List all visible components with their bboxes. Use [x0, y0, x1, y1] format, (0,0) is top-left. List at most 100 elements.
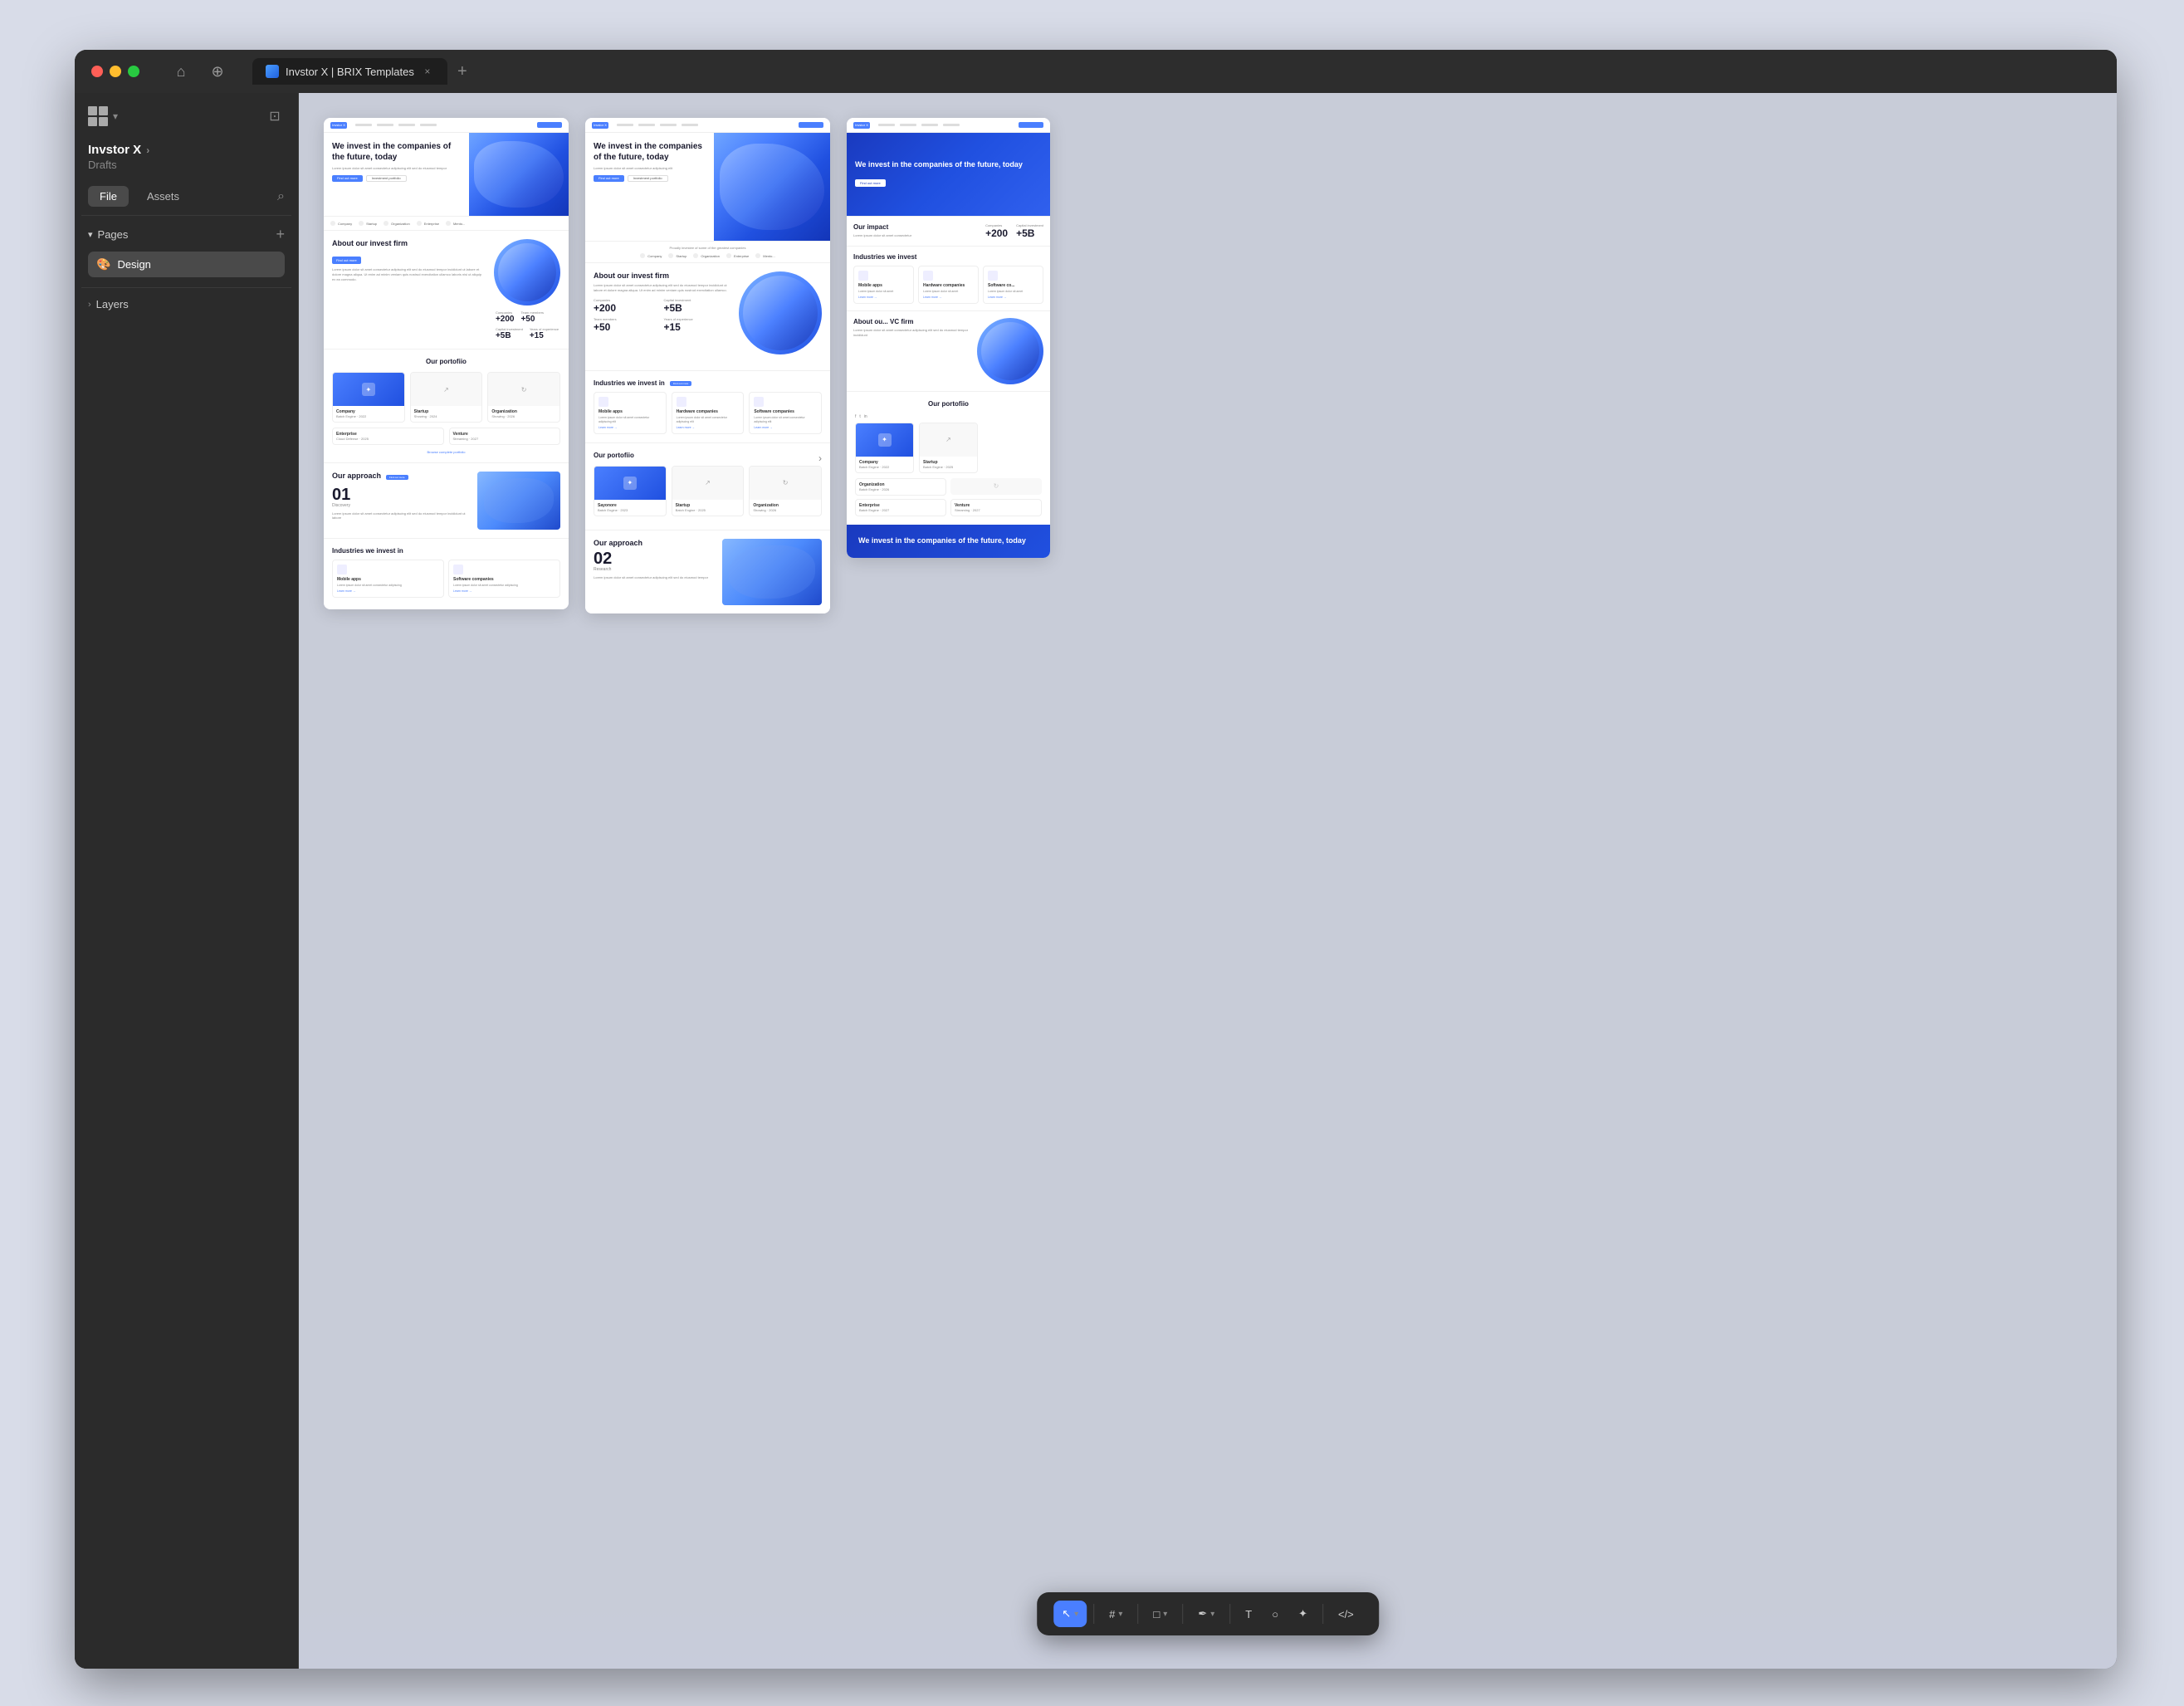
industry-link-1: Learn more → [337, 589, 439, 593]
page-2-industries-header: Industries we invest in Find out more [594, 379, 822, 387]
layers-chevron-icon: › [88, 300, 91, 310]
page-2-trust-label: Proudly investee of some of the greatest… [592, 246, 823, 250]
page-2-hero-text: We invest in the companies of the future… [585, 133, 714, 241]
portfolio-card-3-info: Organization Showing · 2026 [488, 406, 559, 422]
page-1-approach-image [477, 472, 560, 530]
portfolio-card-2-info: Startup Showing · 2024 [411, 406, 482, 422]
active-page-item[interactable]: 🎨 Design [88, 252, 285, 277]
page-2-industry-icon-2 [677, 397, 686, 407]
page-2-industry-name-2: Hardware companies [677, 409, 740, 414]
page-2-hero-title: We invest in the companies of the future… [594, 141, 706, 163]
page-1-approach-label: Discovery [332, 503, 469, 508]
page-3-impact: Our impact Lorem ipsum dolor sit amet co… [847, 216, 1050, 246]
comment-tool[interactable]: ○ [1263, 1601, 1287, 1627]
portfolio-card-1-img: ✦ [333, 373, 404, 406]
impact-stat-2: Capital investment +5B [1016, 223, 1043, 239]
page-1-hero-subtitle: Lorem ipsum dolor sit amet consectetur a… [332, 166, 461, 171]
project-name[interactable]: Invstor X › [88, 143, 285, 157]
page-2-portfolio-3: ↻ Organization Showing · 2026 [749, 466, 822, 516]
active-tab[interactable]: Invstor X | BRIX Templates × [252, 58, 447, 85]
trust-item-2: Startup [359, 221, 377, 226]
toolbar-divider-1 [1093, 1604, 1094, 1624]
bottom-toolbar: ↖ ▾ # ▾ □ ▾ ✒ ▾ [1037, 1592, 1379, 1635]
page-3-portfolio-3: Organization Batch Engine · 2026 [855, 478, 946, 496]
page-2-portfolio-3-info: Organization Showing · 2026 [750, 500, 821, 516]
page-2-industry-1: Mobile apps Lorem ipsum dolor sit amet c… [594, 392, 667, 434]
page-2-portfolio-2-date: Batch Engine · 2025 [676, 508, 740, 512]
page-3-industry-desc-3: Lorem ipsum dolor sit amet [988, 290, 1038, 294]
page-1-approach-content: Our approach Find out more 01 Discovery … [332, 472, 469, 530]
page-3-about-vc-title: About ou... VC firm [853, 318, 970, 325]
page-1-hero-text: We invest in the companies of the future… [324, 133, 469, 216]
toolbar-divider-4 [1229, 1604, 1230, 1624]
frame-tool[interactable]: # ▾ [1101, 1601, 1131, 1627]
portfolio-card-4: Enterprise Cloud Defense · 2025 [332, 428, 444, 445]
page-1-approach-num: 01 [332, 486, 469, 503]
text-tool[interactable]: T [1237, 1601, 1260, 1627]
page-1-approach-tag: Find out more [386, 475, 408, 480]
page-3-industry-name-2: Hardware companies [923, 283, 974, 288]
minimize-button[interactable] [110, 66, 121, 77]
tab-close-button[interactable]: × [421, 65, 434, 78]
page-preview-2[interactable]: Invstor X We invest in the companies of … [585, 118, 830, 613]
file-button[interactable]: File [88, 186, 129, 207]
page-2-portfolio-arrow: › [818, 452, 822, 464]
pen-tool[interactable]: ✒ ▾ [1190, 1601, 1223, 1627]
page-1-nav-cta [537, 122, 562, 128]
page-2-industry-link-3: Learn more → [754, 426, 817, 429]
select-tool[interactable]: ↖ ▾ [1053, 1601, 1087, 1627]
comment-tool-icon: ○ [1272, 1608, 1278, 1620]
page-2-approach-num: 02 [594, 550, 714, 567]
portfolio-card-1: ✦ Company Batch Engine · 2022 [332, 372, 405, 423]
layers-header[interactable]: › Layers [88, 298, 285, 310]
page-1-nav: Invstor X [324, 118, 569, 133]
pen-tool-chevron: ▾ [1210, 1610, 1214, 1619]
page-preview-3[interactable]: Invstor X We invest in the companies of … [847, 118, 1050, 558]
trust-item-3: Organization [384, 221, 410, 226]
page-3-portfolio-2-date: Batch Engine · 2025 [923, 465, 974, 469]
page-preview-1[interactable]: Invstor X We inve [324, 118, 569, 609]
nav-icons: ⌂ ⊕ [169, 60, 229, 83]
search-button[interactable]: ⌕ [277, 189, 285, 204]
page-3-portfolio-row2: Organization Batch Engine · 2026 ↻ [855, 478, 1042, 496]
page-2-nav-links [617, 124, 698, 126]
rect-tool[interactable]: □ ▾ [1145, 1601, 1175, 1627]
code-tool-icon: </> [1338, 1608, 1354, 1620]
home-icon[interactable]: ⌂ [169, 60, 193, 83]
rect-tool-chevron: ▾ [1163, 1610, 1167, 1619]
canvas-area[interactable]: Invstor X We inve [299, 93, 2117, 1669]
page-3-hero: We invest in the companies of the future… [847, 133, 1050, 216]
logo-area[interactable]: ▾ [88, 106, 118, 126]
page-2-sphere-inner [743, 276, 818, 350]
page-3-impact-title: Our impact [853, 223, 979, 231]
impact-stat-1: Companies +200 [985, 223, 1008, 239]
pages-title[interactable]: ▾ Pages [88, 228, 128, 241]
page-2-approach-content: Our approach 02 Research Lorem ipsum dol… [594, 539, 714, 605]
ai-tool[interactable]: ✦ [1290, 1601, 1316, 1627]
page-3-industry-desc-2: Lorem ipsum dolor sit amet [923, 290, 974, 294]
industry-card-1: Mobile apps Lorem ipsum dolor sit amet c… [332, 560, 444, 598]
app-content: ▾ ⊡ Invstor X › Drafts File Assets ⌕ [75, 93, 2117, 1669]
maximize-button[interactable] [128, 66, 139, 77]
layout-toggle-icon[interactable]: ⊡ [265, 106, 285, 126]
frame-tool-chevron: ▾ [1118, 1610, 1122, 1619]
page-2-approach: Our approach 02 Research Lorem ipsum dol… [585, 530, 830, 613]
assets-button[interactable]: Assets [135, 186, 191, 207]
page-3-portfolio-socials: f t in [855, 414, 1042, 419]
page-2-portfolio-header: Our portofiio › [594, 452, 822, 466]
globe-icon[interactable]: ⊕ [206, 60, 229, 83]
close-button[interactable] [91, 66, 103, 77]
page-2-portfolio-2-img: ↗ [672, 467, 744, 500]
add-page-button[interactable]: + [276, 226, 285, 243]
page-2-logo: Invstor X [592, 122, 608, 129]
page-2-industry-2: Hardware companies Lorem ipsum dolor sit… [672, 392, 745, 434]
canvas-scroll: Invstor X We inve [299, 93, 2117, 1669]
code-tool[interactable]: </> [1330, 1601, 1362, 1627]
page-3-industry-2: Hardware companies Lorem ipsum dolor sit… [918, 266, 979, 304]
page-3-portfolio-6: Venture Streaming · 2027 [950, 499, 1042, 516]
page-2-approach-title: Our approach [594, 539, 714, 547]
browser-window: ⌂ ⊕ Invstor X | BRIX Templates × + [75, 50, 2117, 1669]
new-tab-button[interactable]: + [451, 60, 474, 83]
logo-chevron-icon: ▾ [113, 110, 118, 122]
page-1-about-tag: Find out more [332, 257, 361, 264]
